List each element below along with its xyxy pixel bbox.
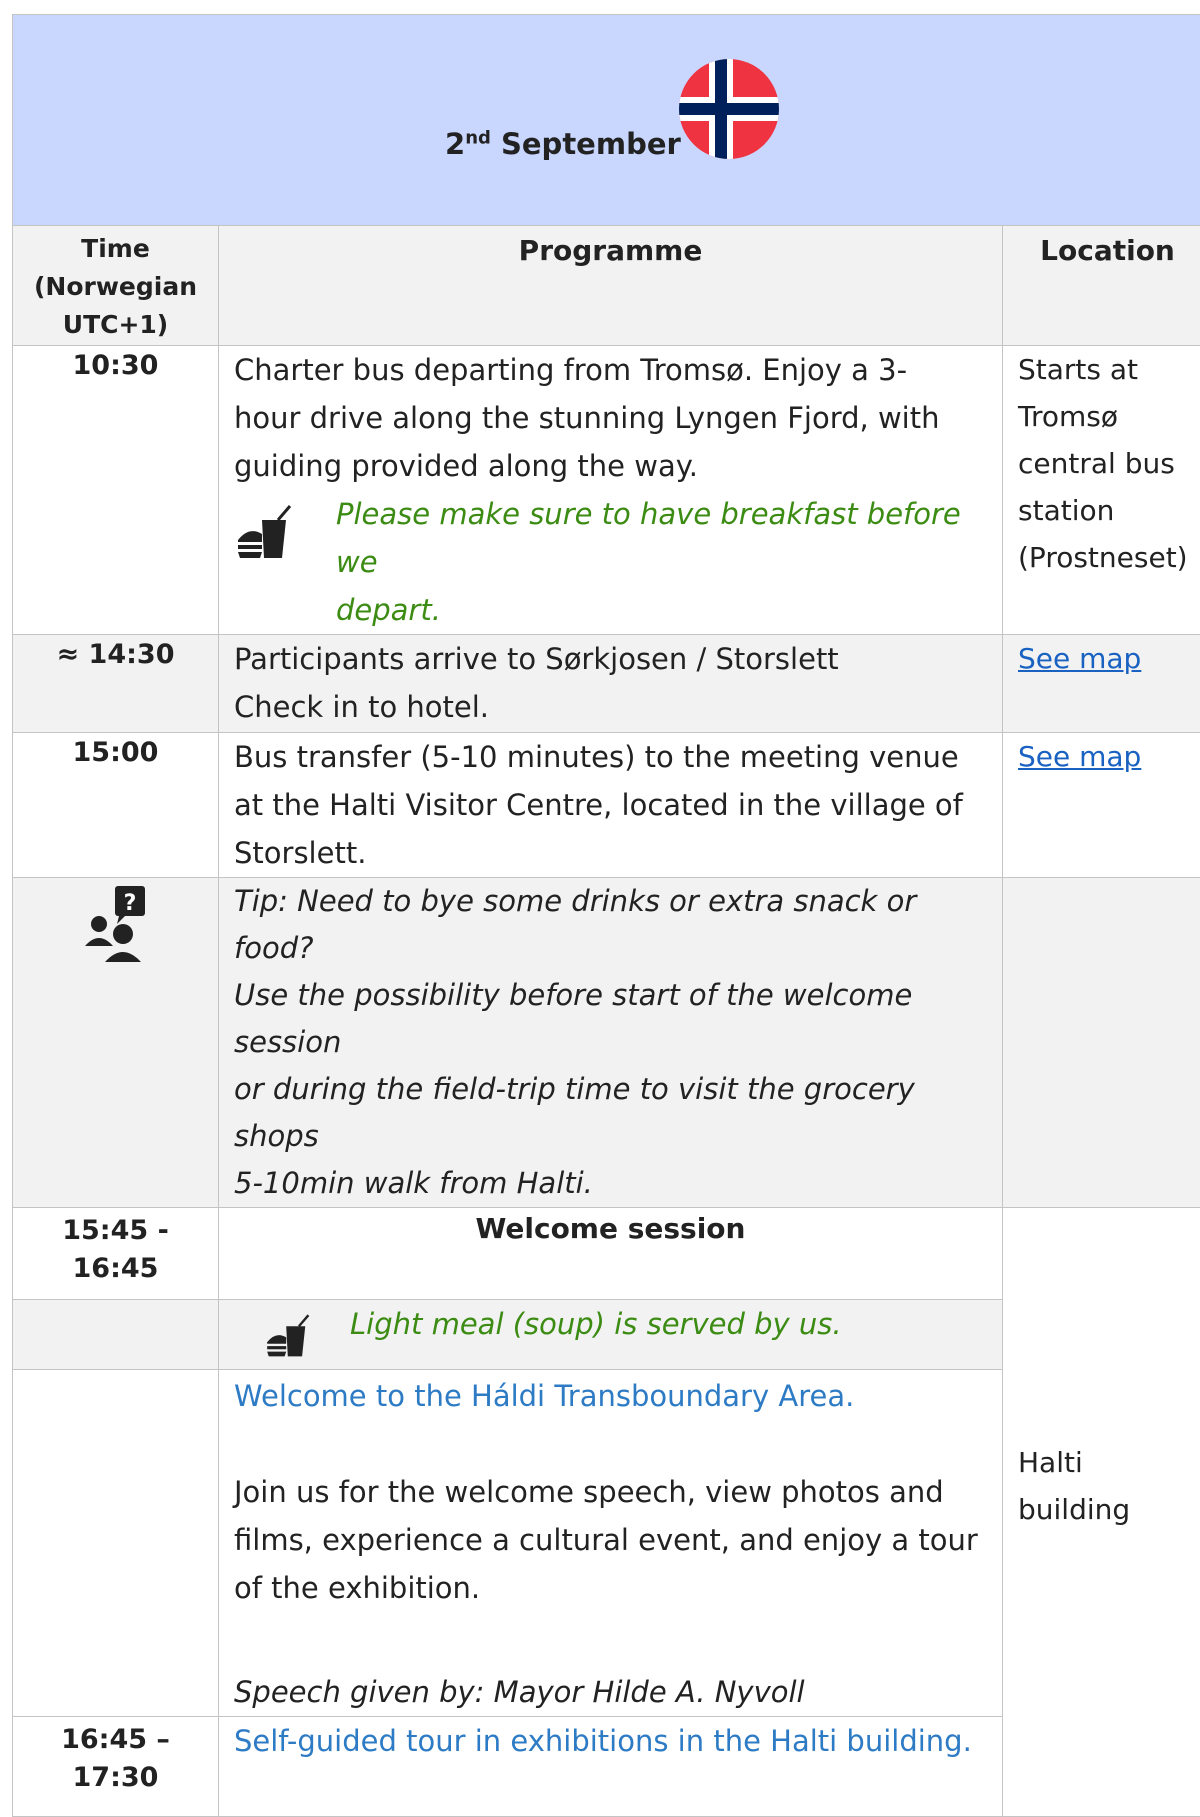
row-time: 15:45 - 16:45 [13,1208,219,1300]
note-line: Please make sure to have breakfast befor… [336,490,992,586]
row-time: 16:45 – 17:30 [13,1717,219,1817]
tip-location-empty [1003,878,1200,1208]
date-day: 2 [445,127,465,161]
welcome-session-title: Welcome session [219,1208,1003,1300]
column-header-time: Time (Norwegian UTC+1) [13,226,219,346]
location-line: central bus [1018,440,1200,487]
tip-line: Tip: Need to bye some drinks or extra sn… [234,878,992,972]
row-location: See map [1003,733,1200,878]
table-row: 15:00 Bus transfer (5-10 minutes) to the… [13,733,1200,878]
row-programme: Bus transfer (5-10 minutes) to the meeti… [219,733,1003,878]
programme-line: guiding provided along the way. [234,442,992,490]
date-month: September [501,127,681,161]
norway-flag-icon [679,59,779,159]
time-line: 16:45 – [13,1721,218,1759]
programme-line: at the Halti Visitor Centre, located in … [234,781,992,829]
row-programme: Participants arrive to Sørkjosen / Stors… [219,635,1003,733]
row-time: ≈ 14:30 [13,635,219,733]
see-map-link[interactable]: See map [1018,740,1141,773]
column-header-location: Location [1003,226,1200,346]
column-header-programme: Programme [219,226,1003,346]
schedule-table: 2nd September Time (Norwegian UTC+1) Pro… [12,14,1200,1817]
table-row: ? Tip: Need to bye some drinks or extra … [13,878,1200,1208]
location-line: (Prostneset) [1018,534,1200,581]
tip-icon-cell: ? [13,878,219,1208]
table-row: 10:30 Charter bus departing from Tromsø.… [13,346,1200,635]
body-line: of the exhibition. [234,1564,992,1612]
time-line: 17:30 [13,1759,218,1797]
row-location: See map [1003,635,1200,733]
programme-line: Charter bus departing from Tromsø. Enjoy… [234,346,992,394]
people-question-icon: ? [81,886,151,966]
svg-text:?: ? [123,891,136,916]
tip-text: Tip: Need to bye some drinks or extra sn… [219,878,1003,1208]
empty-time-cell [13,1370,219,1717]
meal-text: Light meal (soup) is served by us. [350,1300,842,1348]
location-line: Tromsø [1018,393,1200,440]
location-line: building [1018,1486,1200,1533]
body-line: Join us for the welcome speech, view pho… [234,1468,992,1516]
schedule-page: 2nd September Time (Norwegian UTC+1) Pro… [12,14,1200,1817]
table-row: 15:45 - 16:45 Welcome session Halti buil… [13,1208,1200,1300]
note-text: Please make sure to have breakfast befor… [336,490,992,634]
tip-line: or during the field-trip time to visit t… [234,1066,992,1160]
time-line: 16:45 [13,1250,218,1288]
food-drink-icon [264,1310,310,1360]
programme-line: hour drive along the stunning Lyngen Fjo… [234,394,992,442]
date-suffix: nd [465,127,491,148]
food-drink-icon [234,500,292,562]
welcome-body: Welcome to the Háldi Transboundary Area.… [219,1370,1003,1717]
self-guided-tour: Self-guided tour in exhibitions in the H… [219,1717,1003,1817]
column-header-time-line: (Norwegian [13,268,218,306]
body-line: films, experience a cultural event, and … [234,1516,992,1564]
row-location: Starts at Tromsø central bus station (Pr… [1003,346,1200,635]
empty-time-cell [13,1300,219,1370]
date-title: 2nd September [445,127,681,161]
row-programme: Charter bus departing from Tromsø. Enjoy… [219,346,1003,635]
column-header-time-line: Time [13,230,218,268]
tip-line: Use the possibility before start of the … [234,972,992,1066]
programme-line: Check in to hotel. [234,683,992,731]
tip-line: 5-10min walk from Halti. [234,1160,992,1207]
location-line: station [1018,487,1200,534]
welcome-heading: Welcome to the Háldi Transboundary Area. [234,1372,992,1420]
row-time: 10:30 [13,346,219,635]
location-line: Starts at [1018,346,1200,393]
programme-line: Participants arrive to Sørkjosen / Stors… [234,635,992,683]
see-map-link[interactable]: See map [1018,642,1141,675]
table-row: ≈ 14:30 Participants arrive to Sørkjosen… [13,635,1200,733]
breakfast-note: Please make sure to have breakfast befor… [234,490,992,634]
location-line: Halti [1018,1439,1200,1486]
speech-credit: Speech given by: Mayor Hilde A. Nyvoll [234,1668,992,1716]
programme-line: Bus transfer (5-10 minutes) to the meeti… [234,733,992,781]
row-time: 15:00 [13,733,219,878]
time-line: 15:45 - [13,1212,218,1250]
programme-line: Storslett. [234,829,992,877]
column-header-time-line: UTC+1) [13,306,218,344]
date-header: 2nd September [13,15,1200,226]
row-location: Halti building [1003,1208,1200,1817]
meal-note: Light meal (soup) is served by us. [219,1300,1003,1370]
note-line: depart. [336,586,992,634]
